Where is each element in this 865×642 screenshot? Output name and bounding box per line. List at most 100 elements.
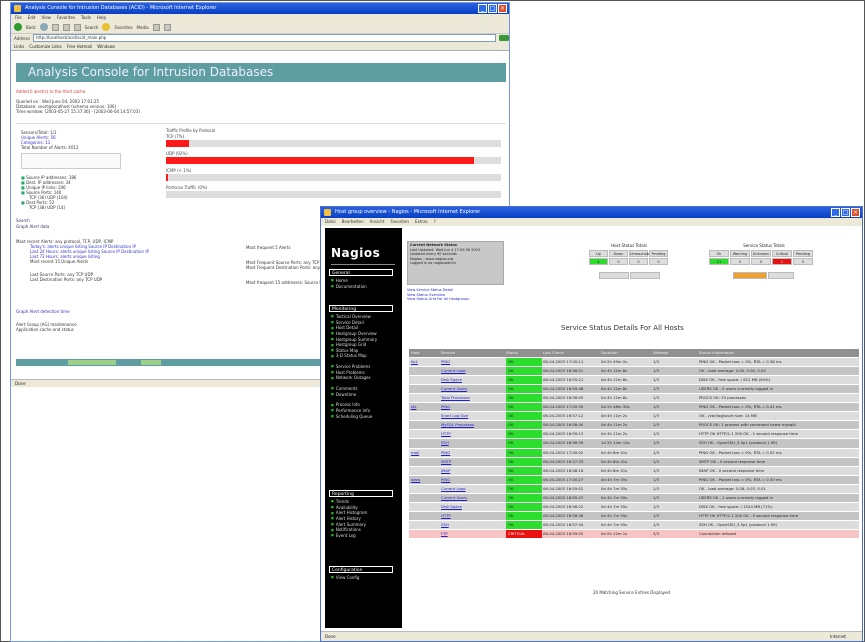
host-cell[interactable] [411,367,439,375]
service-cell[interactable]: HTTP [441,430,501,438]
host-cell[interactable] [411,421,439,429]
menu-favoriten[interactable]: Favoriten [390,218,409,226]
service-cell[interactable]: Current Load [441,367,501,375]
nav-3d-status-map[interactable]: 3-D Status Map [331,353,377,359]
host-cell[interactable] [411,376,439,384]
service-cell[interactable]: IMAP [441,467,501,475]
all-types-box[interactable] [768,272,794,279]
host-cell[interactable] [411,385,439,393]
service-cell[interactable]: HTTP [441,512,501,520]
col-last-check[interactable]: Last Check [543,349,599,357]
host-cell[interactable] [411,503,439,511]
host-up-header[interactable]: Up [589,250,608,257]
service-cell[interactable]: Disk Space [441,503,501,511]
nav-event-log[interactable]: Event Log [331,533,367,539]
host-cell[interactable] [411,521,439,529]
nav-hostgroup-overview[interactable]: Hostgroup Overview [331,331,377,337]
svc-warning-header[interactable]: Warning [730,250,750,257]
forward-icon[interactable] [39,23,48,31]
service-cell[interactable]: Total Processes [441,394,501,402]
service-cell[interactable]: Disk Space [441,376,501,384]
host-down-header[interactable]: Down [609,250,628,257]
svc-unknown-header[interactable]: Unknown [751,250,771,257]
host-cell[interactable] [411,458,439,466]
link-customize[interactable]: Customize Links [29,44,62,49]
dst-port-proto[interactable]: TCP (38) UDP (14) [21,205,121,210]
host-cell[interactable] [411,485,439,493]
minimize-icon[interactable]: _ [831,208,840,217]
host-cell[interactable] [411,530,439,538]
service-cell[interactable]: FTP [441,530,501,538]
col-duration[interactable]: Duration [601,349,651,357]
service-cell[interactable]: PING [441,476,501,484]
host-cell[interactable]: ids [411,403,439,411]
service-cell[interactable]: Current Load [441,485,501,493]
host-unreachable-header[interactable]: Unreachable [629,250,652,257]
recent-item[interactable]: Most recent 15 Unique Alerts [16,259,236,264]
minimize-icon[interactable]: _ [478,4,487,13]
nav-network-outages[interactable]: Network Outages [331,375,377,381]
graph-link[interactable]: Graph Alert data [16,224,49,230]
stop-icon[interactable] [51,23,59,31]
host-cell[interactable] [411,394,439,402]
nav-documentation[interactable]: Documentation [331,284,367,290]
search-label[interactable]: Search [85,25,99,30]
svc-ok-header[interactable]: Ok [709,250,729,257]
menu-file[interactable]: File [15,14,22,21]
favorites-label[interactable]: Favorites [114,25,132,30]
service-cell[interactable]: PING [441,403,501,411]
refresh-icon[interactable] [62,23,70,31]
service-cell[interactable]: SSH [441,439,501,447]
col-status[interactable]: Status [506,349,540,357]
recent-item[interactable]: Last Destination Ports: any TCP UDP [16,277,236,282]
link-windows[interactable]: Windows [97,44,115,49]
host-cell[interactable] [411,512,439,520]
menu-view[interactable]: View [41,14,51,21]
menu-extras[interactable]: Extras [415,218,428,226]
media-label[interactable]: Media [137,25,149,30]
link-hotmail[interactable]: Free Hotmail [67,44,92,49]
host-cell[interactable]: mail [411,449,439,457]
service-cell[interactable]: MySQL Processes [441,421,501,429]
service-cell[interactable]: PING [441,449,501,457]
close-icon[interactable]: × [851,208,860,217]
view-link[interactable]: View Status Grid For All Hostgroups [407,297,469,302]
print-icon[interactable] [163,23,171,31]
svc-critical-header[interactable]: Critical [772,250,792,257]
menu-help[interactable]: Help [97,14,106,21]
host-cell[interactable] [411,439,439,447]
col-service[interactable]: Service [441,349,501,357]
host-cell[interactable]: www [411,476,439,484]
maximize-icon[interactable]: □ [488,4,497,13]
host-cell[interactable] [411,467,439,475]
favorites-icon[interactable] [102,23,111,31]
service-cell[interactable]: SMTP [441,458,501,466]
service-cell[interactable]: Current Users [441,385,501,393]
nav-tactical-overview[interactable]: Tactical Overview [331,314,377,320]
nav-downtime[interactable]: Downtime [331,392,377,398]
nav-service-problems[interactable]: Service Problems [331,364,377,370]
nagios-titlebar[interactable]: Host group overview - Nagios - Microsoft… [321,207,862,218]
all-types-box[interactable] [630,272,660,279]
alert-cache-link[interactable]: Added 0 alert(s) to the Alert cache [16,89,85,94]
service-cell[interactable]: PING [441,358,501,366]
host-cell[interactable] [411,430,439,438]
lower-link[interactable]: Application cache and status [16,327,216,332]
acid-titlebar[interactable]: Analysis Console for Intrusion Databases… [11,3,509,14]
menu-help[interactable]: ? [434,218,436,226]
menu-favorites[interactable]: Favorites [57,14,75,21]
menu-tools[interactable]: Tools [81,14,91,21]
host-cell[interactable] [411,412,439,420]
nav-view-config[interactable]: View Config [331,575,360,581]
col-host[interactable]: Host [411,349,439,357]
nagios-logo[interactable]: Nagios [331,246,380,260]
menu-datei[interactable]: Datei [325,218,336,226]
nav-scheduling-queue[interactable]: Scheduling Queue [331,414,377,420]
all-problems-box[interactable] [733,272,767,279]
menu-edit[interactable]: Edit [28,14,36,21]
back-label[interactable]: Back [26,25,36,30]
all-problems-box[interactable] [599,272,629,279]
svc-pending-header[interactable]: Pending [793,250,813,257]
col-status-info[interactable]: Status Information [699,349,857,357]
service-cell[interactable]: Snort Log Size [441,412,501,420]
